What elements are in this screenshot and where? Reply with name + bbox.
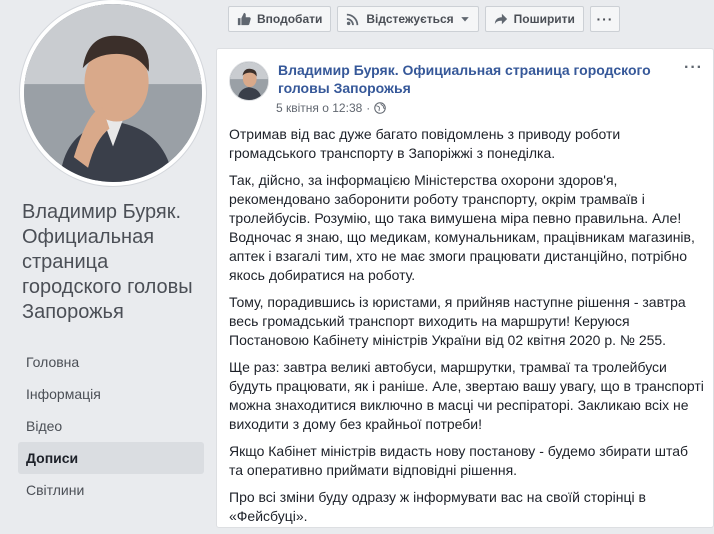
- page-nav: Головна Інформація Відео Дописи Світлини: [18, 346, 204, 506]
- post-paragraph: Отримав від вас дуже багато повідомлень …: [229, 126, 621, 161]
- nav-item-posts[interactable]: Дописи: [18, 442, 204, 474]
- post-card: Владимир Буряк. Официальная страница гор…: [216, 48, 714, 528]
- post-paragraph: Ще раз: завтра великі автобуси, маршрутк…: [229, 359, 704, 432]
- post-paragraph: Якщо Кабінет міністрів видасть нову пост…: [229, 443, 689, 478]
- post-paragraph: Тому, порадившись із юристами, я прийняв…: [229, 294, 686, 348]
- follow-label: Відстежується: [366, 12, 454, 26]
- portrait-thumbnail: [230, 62, 268, 100]
- share-arrow-icon: [494, 13, 507, 25]
- nav-item-photos[interactable]: Світлини: [18, 474, 204, 506]
- rss-icon: [347, 13, 359, 26]
- page-title[interactable]: Владимир Буряк. Официальная страница гор…: [22, 200, 208, 325]
- post-paragraph: Так, дійсно, за інформацією Міністерства…: [229, 172, 695, 283]
- nav-item-home[interactable]: Головна: [18, 346, 204, 378]
- nav-item-videos[interactable]: Відео: [18, 410, 204, 442]
- post-meta: 5 квітня о 12:38 ·: [276, 101, 387, 115]
- more-options-button[interactable]: ···: [589, 6, 620, 32]
- like-button[interactable]: Вподобати: [228, 6, 332, 32]
- thumbs-up-icon: [237, 12, 251, 26]
- page-sidebar: Владимир Буряк. Официальная страница гор…: [0, 0, 212, 513]
- follow-button[interactable]: Відстежується: [337, 6, 479, 32]
- like-label: Вподобати: [257, 12, 323, 26]
- globe-icon[interactable]: [374, 102, 387, 114]
- post-author-name[interactable]: Владимир Буряк. Официальная страница гор…: [278, 61, 658, 97]
- portrait-image: [24, 4, 202, 182]
- share-label: Поширити: [513, 12, 575, 26]
- page-avatar[interactable]: [24, 4, 202, 182]
- post-timestamp[interactable]: 5 квітня о 12:38: [276, 101, 362, 115]
- share-button[interactable]: Поширити: [484, 6, 584, 32]
- post-author-avatar[interactable]: [229, 61, 269, 101]
- nav-item-about[interactable]: Інформація: [18, 378, 204, 410]
- page-action-bar: Вподобати Відстежується Поширити ···: [228, 6, 620, 34]
- caret-down-icon: [460, 17, 469, 22]
- post-options-button[interactable]: ···: [684, 59, 703, 77]
- post-body: Отримав від вас дуже багато повідомлень …: [229, 125, 705, 534]
- post-paragraph: Про всі зміни буду одразу ж інформувати …: [229, 489, 646, 524]
